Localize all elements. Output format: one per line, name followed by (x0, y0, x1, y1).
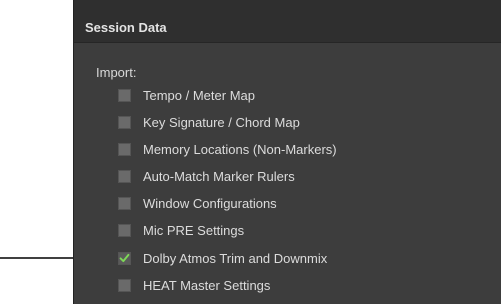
auto-match-marker-rulers-checkbox[interactable] (118, 169, 131, 183)
checkmark-icon (119, 253, 130, 263)
dolby-atmos-trim-downmix-checkbox[interactable] (118, 251, 131, 265)
option-label: Tempo / Meter Map (143, 87, 255, 103)
option-heat-master-settings[interactable]: HEAT Master Settings (118, 276, 270, 294)
session-data-panel: Session Data Import: Tempo / Meter Map K… (73, 0, 501, 304)
option-label: HEAT Master Settings (143, 277, 271, 293)
window-configurations-checkbox[interactable] (118, 196, 131, 210)
option-memory-locations[interactable]: Memory Locations (Non-Markers) (118, 140, 337, 158)
memory-locations-checkbox[interactable] (118, 142, 131, 156)
option-mic-pre-settings[interactable]: Mic PRE Settings (118, 221, 244, 239)
key-signature-chord-map-checkbox[interactable] (118, 115, 131, 129)
option-window-configurations[interactable]: Window Configurations (118, 194, 277, 212)
option-key-signature-chord-map[interactable]: Key Signature / Chord Map (118, 113, 300, 131)
import-label: Import: (96, 65, 137, 80)
panel-title: Session Data (85, 20, 167, 35)
panel-header: Session Data (74, 0, 501, 43)
tempo-meter-map-checkbox[interactable] (118, 88, 131, 102)
option-label: Key Signature / Chord Map (143, 114, 300, 130)
option-label: Mic PRE Settings (143, 222, 245, 238)
option-tempo-meter-map[interactable]: Tempo / Meter Map (118, 86, 255, 104)
option-label: Window Configurations (143, 195, 277, 211)
screenshot-stage: Session Data Import: Tempo / Meter Map K… (0, 0, 501, 304)
mic-pre-settings-checkbox[interactable] (118, 223, 131, 237)
option-label: Dolby Atmos Trim and Downmix (143, 250, 328, 266)
heat-master-settings-checkbox[interactable] (118, 278, 131, 292)
option-auto-match-marker-rulers[interactable]: Auto-Match Marker Rulers (118, 167, 295, 185)
option-label: Auto-Match Marker Rulers (143, 168, 295, 184)
option-dolby-atmos-trim-downmix[interactable]: Dolby Atmos Trim and Downmix (118, 249, 327, 267)
option-label: Memory Locations (Non-Markers) (143, 141, 337, 157)
